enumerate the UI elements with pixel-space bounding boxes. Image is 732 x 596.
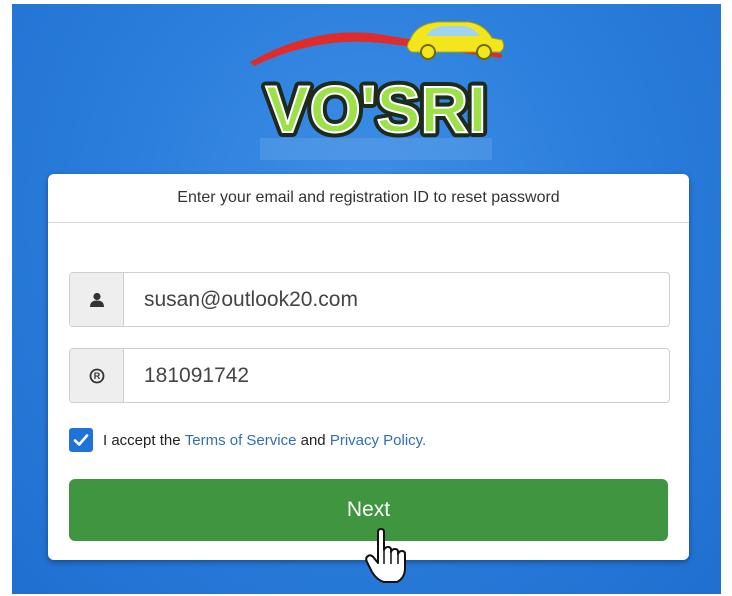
svg-text:R: R: [93, 371, 100, 381]
vosri-logo: VO'SRI VO'SRI: [250, 21, 505, 160]
reset-password-card: Enter your email and registration ID to …: [48, 174, 689, 560]
email-addon: [70, 273, 124, 326]
regid-addon: R: [70, 349, 124, 402]
email-input-group: [69, 272, 670, 327]
email-field[interactable]: [124, 273, 669, 326]
svg-text:VO'SRI: VO'SRI: [265, 72, 486, 146]
logo-wordmark: VO'SRI VO'SRI: [260, 67, 491, 151]
login-background: VO'SRI VO'SRI Enter your email and regis…: [12, 4, 721, 594]
car-icon: [406, 21, 505, 60]
card-header: Enter your email and registration ID to …: [48, 174, 689, 223]
hand-pointer-icon: [365, 528, 406, 583]
privacy-policy-link[interactable]: Privacy Policy.: [330, 432, 426, 449]
registered-icon: R: [89, 368, 104, 383]
checkmark-icon: [73, 434, 89, 446]
terms-checkbox[interactable]: [69, 428, 93, 452]
user-icon: [89, 292, 104, 307]
terms-prefix: I accept the: [103, 431, 181, 449]
card-header-text: Enter your email and registration ID to …: [177, 189, 560, 206]
terms-row: I accept the Terms of Service and Privac…: [69, 428, 426, 452]
terms-of-service-link[interactable]: Terms of Service: [185, 432, 297, 449]
registration-id-field[interactable]: [124, 349, 669, 402]
registration-id-input-group: R: [69, 348, 670, 403]
terms-middle: and: [300, 431, 326, 449]
